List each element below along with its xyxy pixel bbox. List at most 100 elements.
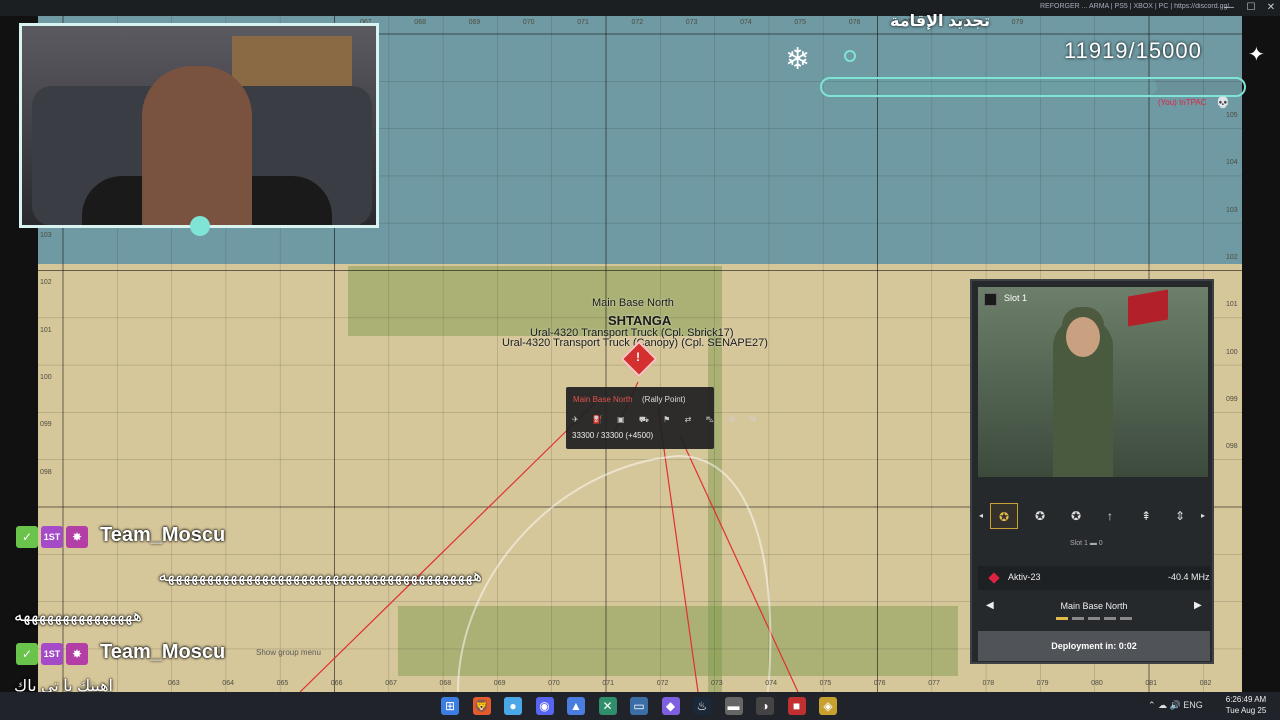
map-coordinate-label: 103	[1226, 206, 1238, 214]
taskbar-app-icon[interactable]: ◑	[756, 697, 774, 715]
town-label: SHTANGA	[608, 313, 672, 328]
map-coordinate-label: 079	[1011, 19, 1024, 26]
map-coordinate-label: 071	[602, 680, 615, 687]
map-coordinate-label: 081	[1145, 680, 1158, 687]
window-title: REFORGER ... ARMA | PS5 | XBOX | PC | ht…	[1040, 3, 1230, 10]
slots-prev-arrow[interactable]: ◂	[976, 503, 986, 529]
goal-title: تجديد الإقامة	[890, 13, 990, 30]
maximize-button[interactable]: ☐	[1244, 1, 1258, 15]
map-coordinate-label: 082	[1199, 680, 1212, 687]
rally-name: Main Base North	[573, 395, 633, 404]
map-coordinate-label: 069	[493, 680, 506, 687]
map-coordinate-label: 067	[385, 680, 397, 687]
slot-icon[interactable]: ✪	[1062, 503, 1090, 529]
spawn-pager	[1056, 617, 1136, 620]
snowflake-icon: ❄	[785, 43, 811, 76]
sparkle-icon: ✦	[1248, 44, 1265, 66]
taskbar-app-icon[interactable]: ■	[787, 697, 806, 715]
taskbar-app-icon[interactable]: ⊞	[441, 697, 459, 715]
map-coordinate-label: 069	[468, 19, 481, 26]
close-button[interactable]: ✕	[1264, 1, 1278, 15]
loadout-panel: Slot 1 ◂ ✪ ✪ ✪ ↑ ⇞ ⇕ ▸ Slot 1 ▬ 0 Aktiv-…	[970, 279, 1214, 664]
map-coordinate-label: 099	[40, 421, 52, 429]
map-coordinate-label: 100	[40, 373, 52, 381]
chat-badge-icon: ✸	[66, 643, 88, 665]
chat-username: Team_Moscu	[100, 524, 226, 546]
map-coordinate-label: 066	[330, 680, 343, 687]
map-coordinate-label: 098	[1226, 443, 1238, 451]
map-coordinate-label: 080	[1091, 680, 1103, 687]
taskbar-app-icon[interactable]: ✕	[598, 697, 617, 715]
map-coordinate-label: 102	[40, 279, 52, 287]
taskbar-app-icon[interactable]: ◉	[535, 697, 554, 715]
spawn-next-button[interactable]: ▶	[1194, 600, 1202, 611]
minimize-button[interactable]: —	[1222, 1, 1236, 15]
map-coordinate-label: 073	[711, 680, 723, 687]
chat-badge-icon: ✓	[16, 643, 38, 665]
taskbar-app-icon[interactable]: ▭	[630, 697, 648, 715]
radio-row[interactable]: Aktiv-23 -40.4 MHz	[978, 566, 1210, 590]
route-line	[299, 397, 601, 692]
window-titlebar: REFORGER ... ARMA | PS5 | XBOX | PC | ht…	[0, 0, 1280, 16]
taskbar-app-icon[interactable]: ◈	[819, 697, 837, 715]
map-coordinate-label: 073	[685, 19, 698, 26]
chat-username: Team_Moscu	[100, 641, 226, 663]
chat-message: هههههههههههههههه	[14, 606, 142, 625]
show-group-menu-hint[interactable]: Show group menu	[256, 648, 321, 657]
goal-progress-bar	[820, 77, 1246, 97]
clock-date[interactable]: Tue Aug 25	[1216, 706, 1276, 715]
taskbar-app-icon[interactable]: ▲	[567, 697, 585, 715]
taskbar-app-icon[interactable]: ♨	[693, 697, 711, 715]
marker-glyph: !	[636, 350, 640, 364]
slot-icon[interactable]: ⇕	[1166, 503, 1194, 529]
map-coordinate-label: 064	[222, 680, 234, 687]
flag	[1128, 289, 1168, 327]
slot-icon[interactable]: ✪	[1026, 503, 1054, 529]
map-coordinate-label: 068	[439, 680, 452, 687]
slots-next-arrow[interactable]: ▸	[1198, 503, 1208, 529]
taskbar-app-icon[interactable]: ◆	[661, 697, 680, 715]
taskbar-app-icon[interactable]: ▬	[724, 697, 743, 715]
slot-info: Slot 1 ▬ 0	[1070, 540, 1103, 547]
spawn-selector: ◀ Main Base North ▶	[978, 595, 1210, 627]
taskbar-app-icon[interactable]: 🦁	[472, 697, 491, 715]
base-label: Main Base North	[592, 297, 674, 309]
map-coordinate-label: 063	[168, 680, 180, 687]
taskbar: ⊞ 🦁 ● ◉ ▲ ✕ ▭ ◆ ♨ ▬ ◑ ■ ◈ ⌃ ☁ 🔊 ENG 6:26:49 AM Tue A…	[0, 692, 1280, 720]
map-coordinate-label: 076	[873, 680, 886, 687]
map-coordinate-label: 099	[1226, 395, 1238, 403]
map-coordinate-label: 070	[522, 19, 535, 26]
slot-title: Slot 1	[1004, 293, 1028, 303]
ring-icon	[844, 50, 856, 62]
map-coordinate-label: 075	[794, 19, 807, 26]
map-coordinate-label: 070	[548, 680, 560, 687]
slot-badge-icon	[984, 293, 997, 306]
rally-services-icons: ✈ ⛽ ▣ ⛟ ⚑ ⇄ ⛍ ⚙ ⚒	[572, 415, 763, 424]
map-coordinate-label: 103	[40, 232, 52, 239]
soldier-head	[1066, 317, 1100, 357]
slot-icon[interactable]: ↑	[1096, 503, 1124, 529]
map-coordinate-label: 065	[276, 680, 289, 687]
chat-message: هههههههههههههههههههههههههههههههههههههههه…	[158, 566, 482, 585]
chat-badge-icon: ✓	[16, 526, 38, 548]
map-coordinate-label: 104	[1226, 159, 1238, 167]
clock-time[interactable]: 6:26:49 AM	[1216, 695, 1276, 704]
slot-icon[interactable]: ✪	[990, 503, 1018, 529]
slot-icon[interactable]: ⇞	[1132, 503, 1160, 529]
map-coordinate-label: 078	[982, 680, 995, 687]
radio-frequency: -40.4 MHz	[1168, 572, 1210, 582]
goal-progress-text: 11919/15000	[1064, 38, 1202, 63]
map-coordinate-label: 068	[414, 19, 426, 26]
chat-badge-icon: 1ST	[41, 526, 63, 548]
system-tray[interactable]: ⌃ ☁ 🔊 ENG	[1148, 700, 1203, 711]
taskbar-app-icon[interactable]: ●	[504, 697, 522, 715]
webcam-accent-dot	[190, 216, 210, 236]
map-coordinate-label: 077	[928, 680, 940, 687]
goal-progress-fill	[822, 79, 1158, 95]
radio-name: Aktiv-23	[1008, 572, 1041, 582]
map-coordinate-label: 075	[819, 680, 832, 687]
deploy-button[interactable]: Deployment in: 0:02	[978, 631, 1210, 661]
rally-type: (Rally Point)	[642, 395, 686, 404]
rally-point-tooltip: Main Base North (Rally Point) ✈ ⛽ ▣ ⛟ ⚑ …	[566, 387, 757, 449]
skull-icon: 💀	[1216, 97, 1230, 109]
